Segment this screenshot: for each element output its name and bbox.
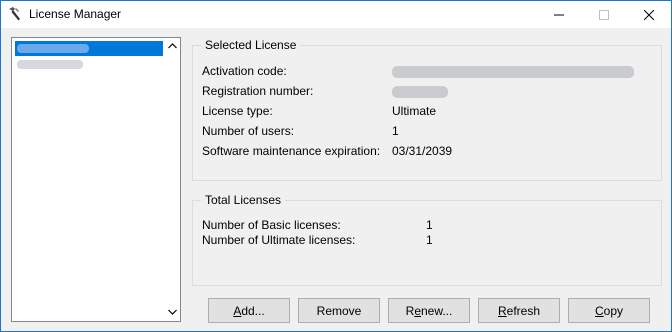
registration-number-value-redacted <box>392 86 448 98</box>
wrench-hammer-icon <box>7 6 23 22</box>
license-type-label: License type: <box>202 104 273 118</box>
maximize-icon <box>598 9 609 20</box>
selected-license-title: Selected License <box>201 38 301 52</box>
ultimate-licenses-value: 1 <box>426 233 433 247</box>
title-bar[interactable]: License Manager <box>1 1 671 28</box>
refresh-label-rest: efresh <box>506 303 541 318</box>
close-button[interactable] <box>626 1 671 28</box>
scroll-down-button[interactable] <box>165 304 180 319</box>
refresh-button[interactable]: Refresh <box>478 298 560 323</box>
maintenance-expiration-label: Software maintenance expiration: <box>202 144 381 158</box>
remove-button[interactable]: Remove <box>298 298 380 323</box>
license-list-item-selected[interactable] <box>15 41 163 56</box>
minimize-button[interactable] <box>536 1 581 28</box>
chevron-down-icon <box>168 309 177 315</box>
number-of-users-value: 1 <box>392 124 399 138</box>
basic-licenses-value: 1 <box>426 218 433 232</box>
license-list[interactable] <box>11 37 181 322</box>
add-label-rest: dd... <box>241 303 265 318</box>
maintenance-expiration-value: 03/31/2039 <box>392 144 453 158</box>
activation-code-label: Activation code: <box>202 64 287 78</box>
redacted-license-name <box>17 44 89 54</box>
renew-mnemonic: e <box>414 303 421 318</box>
copy-mnemonic: C <box>594 303 604 318</box>
ultimate-licenses-label: Number of Ultimate licenses: <box>202 233 356 247</box>
list-scrollbar[interactable] <box>165 38 180 321</box>
remove-label: Remove <box>316 303 362 318</box>
basic-licenses-label: Number of Basic licenses: <box>202 218 341 232</box>
chevron-up-icon <box>168 42 177 48</box>
activation-code-value-redacted <box>392 66 634 78</box>
maximize-button[interactable] <box>581 1 626 28</box>
minimize-icon <box>553 14 564 15</box>
refresh-mnemonic: R <box>497 303 507 318</box>
close-icon <box>643 9 654 20</box>
registration-number-label: Registration number: <box>202 84 314 98</box>
window-title: License Manager <box>29 7 122 21</box>
renew-button[interactable]: Re new... <box>388 298 470 323</box>
license-list-item[interactable] <box>15 57 163 72</box>
license-type-value: Ultimate <box>392 104 437 118</box>
total-licenses-group: Total Licenses Number of Basic licenses:… <box>192 193 662 286</box>
selected-license-group: Selected License Activation code: Regist… <box>192 38 662 181</box>
redacted-license-name <box>17 60 83 70</box>
add-button[interactable]: Add... <box>208 298 290 323</box>
scroll-up-button[interactable] <box>165 38 180 53</box>
copy-button[interactable]: Copy <box>568 298 650 323</box>
renew-label-rest: new... <box>421 303 453 318</box>
copy-label-rest: opy <box>603 303 624 318</box>
number-of-users-label: Number of users: <box>202 124 295 138</box>
add-mnemonic: A <box>233 303 242 318</box>
total-licenses-title: Total Licenses <box>201 193 286 207</box>
license-manager-window: License Manager Selected License Activat… <box>0 0 672 332</box>
renew-label-pre: R <box>405 303 415 318</box>
